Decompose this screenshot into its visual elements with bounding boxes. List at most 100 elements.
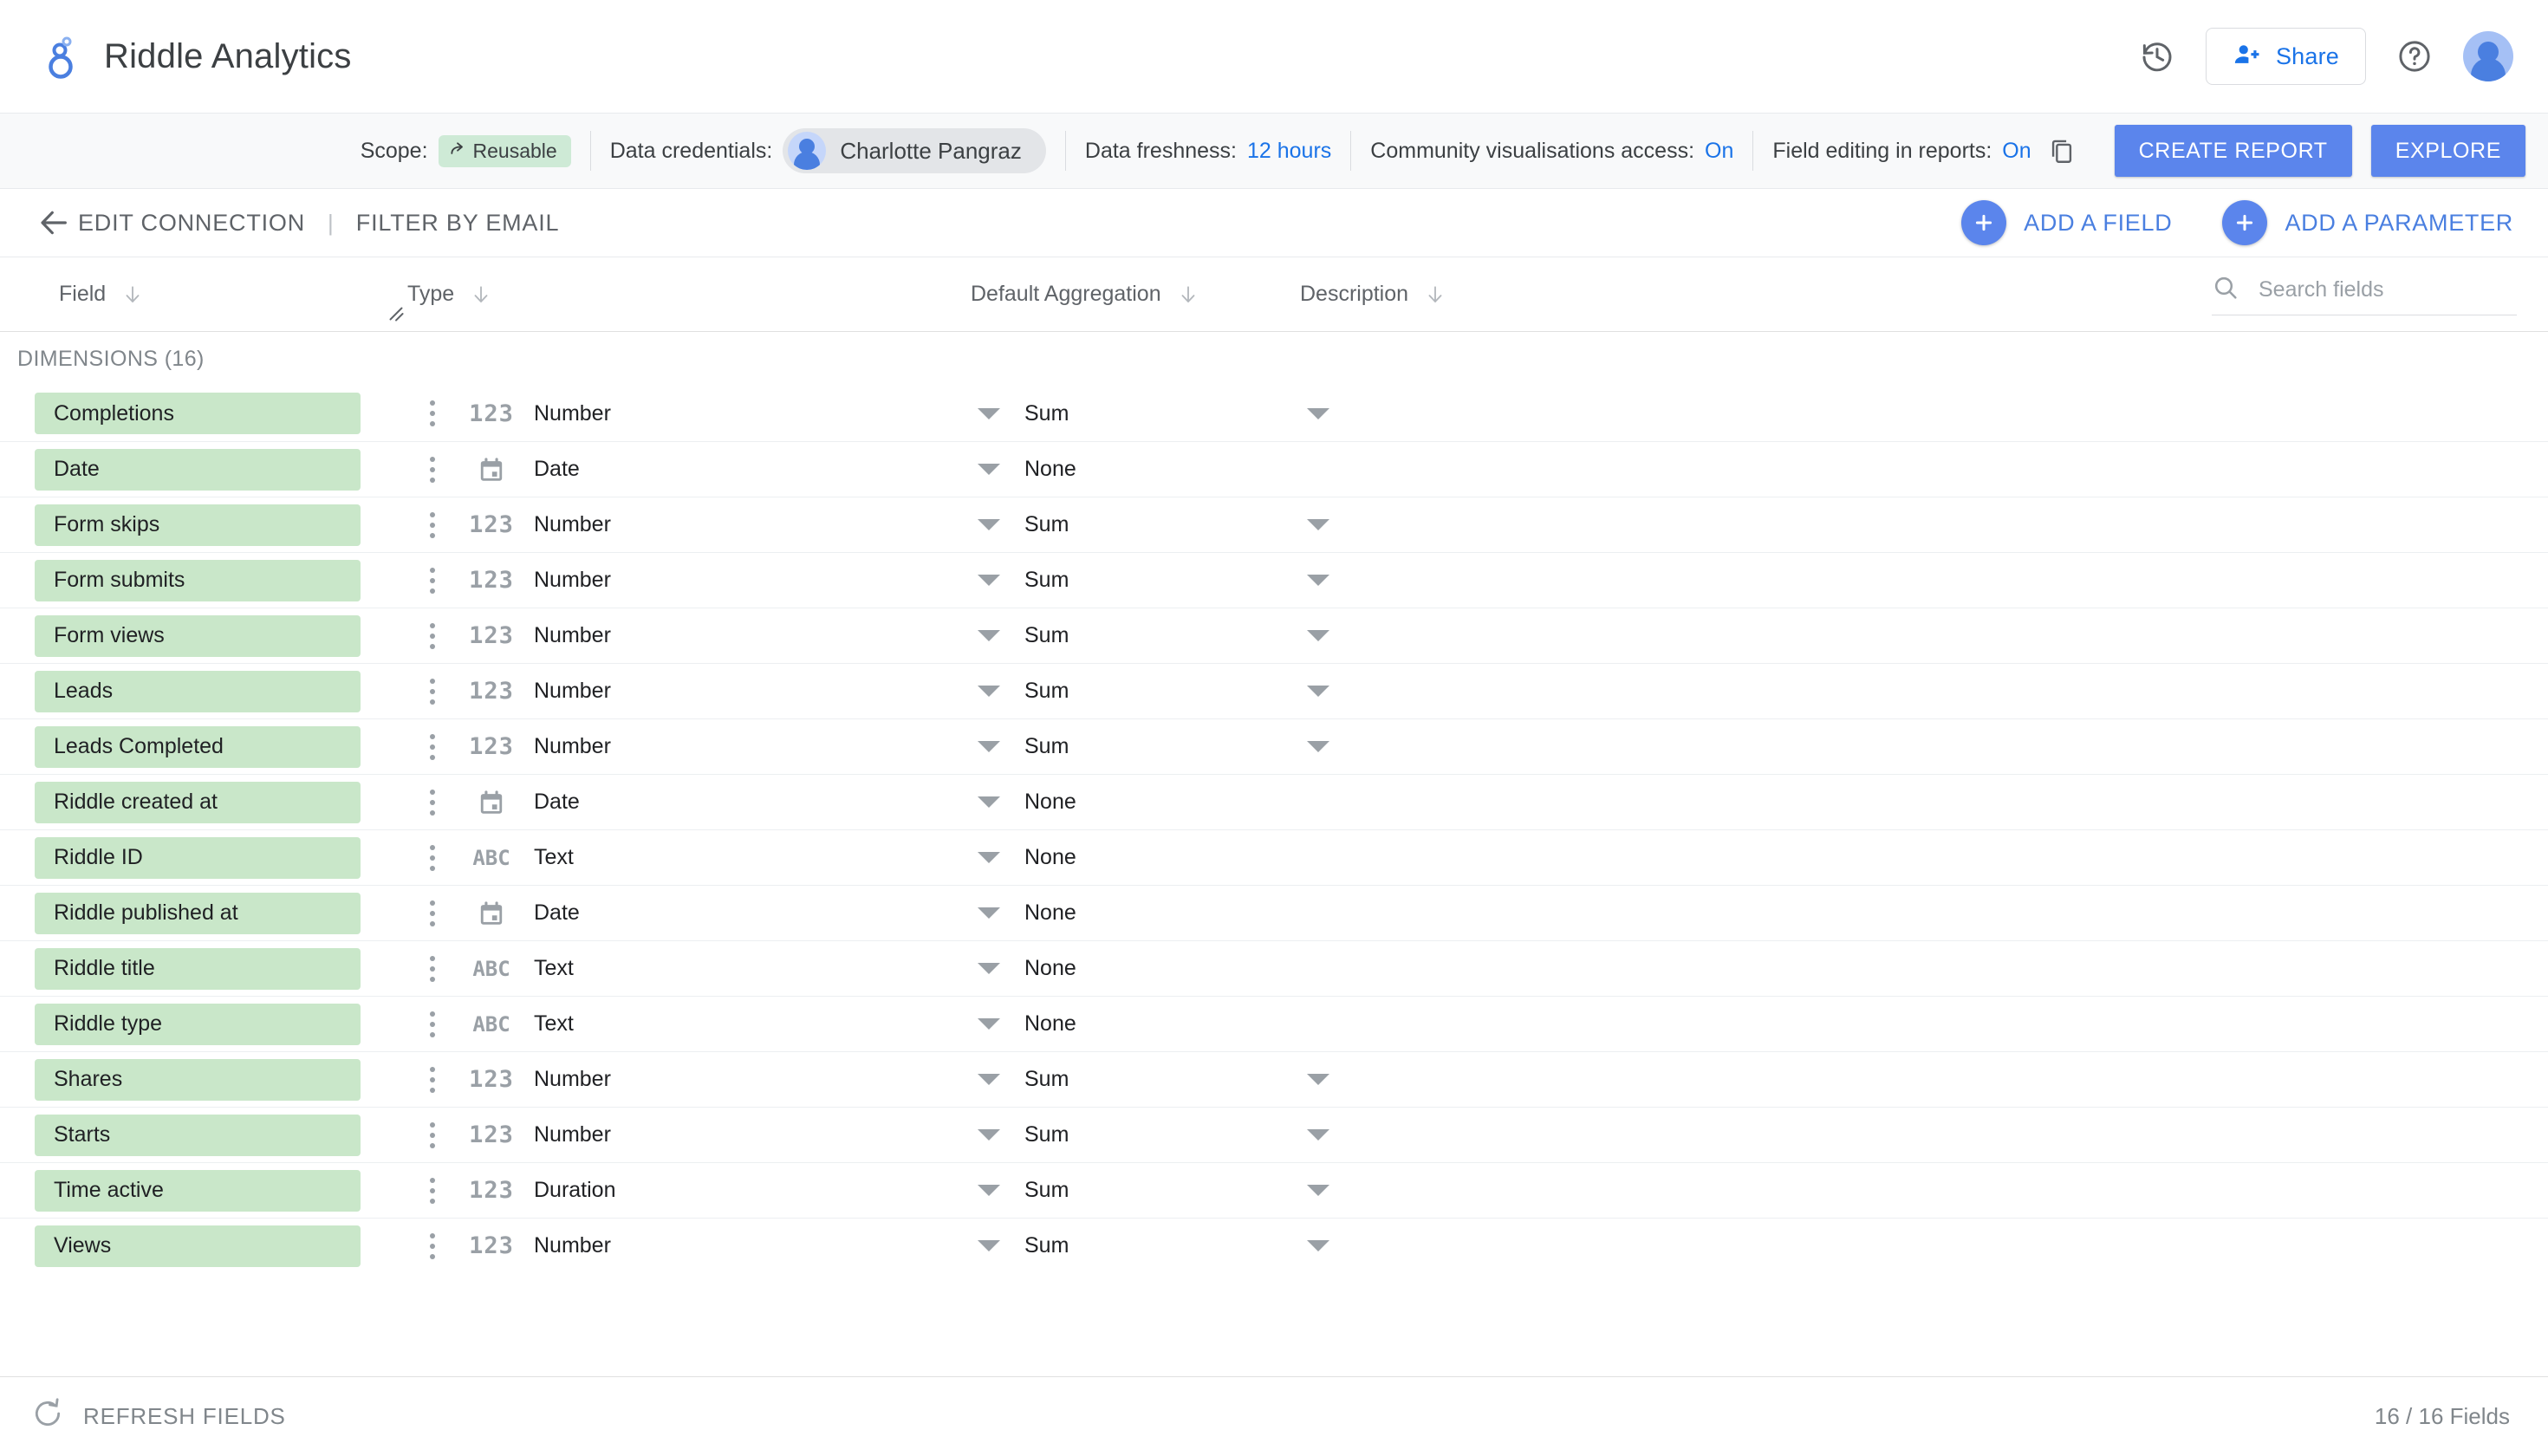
credentials-chip[interactable]: Charlotte Pangraz xyxy=(783,128,1046,173)
dropdown-caret-icon[interactable] xyxy=(978,852,1000,863)
field-name-chip[interactable]: Riddle ID xyxy=(35,836,361,879)
row-more-menu-button[interactable] xyxy=(407,900,458,926)
dropdown-caret-icon[interactable] xyxy=(978,1185,1000,1196)
field-aggregation-cell[interactable]: None xyxy=(1021,900,1350,926)
dropdown-caret-icon[interactable] xyxy=(978,796,1000,808)
dropdown-caret-icon[interactable] xyxy=(978,1240,1000,1251)
field-aggregation-cell[interactable]: Sum xyxy=(1021,512,1350,537)
filter-by-email-link[interactable]: FILTER BY EMAIL xyxy=(356,210,560,237)
row-more-menu-button[interactable] xyxy=(407,789,458,816)
edit-connection-link[interactable]: EDIT CONNECTION xyxy=(78,210,305,237)
dropdown-caret-icon[interactable] xyxy=(1307,1129,1329,1141)
table-row[interactable]: Leads Completed 123 Number Sum xyxy=(0,718,2548,774)
column-resize-handle-icon[interactable] xyxy=(385,302,407,325)
field-name-chip[interactable]: Riddle title xyxy=(35,947,361,990)
search-input[interactable] xyxy=(2259,276,2517,302)
field-name-chip[interactable]: Time active xyxy=(35,1169,361,1212)
field-aggregation-cell[interactable]: Sum xyxy=(1021,401,1350,426)
row-more-menu-button[interactable] xyxy=(407,456,458,483)
row-more-menu-button[interactable] xyxy=(407,678,458,705)
community-viz-value[interactable]: On xyxy=(1705,139,1733,164)
field-aggregation-cell[interactable]: Sum xyxy=(1021,679,1350,704)
table-row[interactable]: Riddle created at Date None xyxy=(0,774,2548,829)
refresh-fields-button[interactable]: REFRESH FIELDS xyxy=(31,1397,286,1436)
dropdown-caret-icon[interactable] xyxy=(1307,686,1329,697)
column-header-default-aggregation[interactable]: Default Aggregation xyxy=(971,282,1300,307)
row-more-menu-button[interactable] xyxy=(407,955,458,982)
dropdown-caret-icon[interactable] xyxy=(1307,1185,1329,1196)
field-name-chip[interactable]: Views xyxy=(35,1225,361,1267)
field-name-chip[interactable]: Leads xyxy=(35,670,361,712)
table-row[interactable]: Starts 123 Number Sum xyxy=(0,1107,2548,1162)
dropdown-caret-icon[interactable] xyxy=(978,741,1000,752)
dropdown-caret-icon[interactable] xyxy=(1307,630,1329,641)
field-type-cell[interactable]: 123 Number xyxy=(458,1121,1021,1148)
dropdown-caret-icon[interactable] xyxy=(978,464,1000,475)
field-type-cell[interactable]: ABC Text xyxy=(458,845,1021,870)
dropdown-caret-icon[interactable] xyxy=(1307,519,1329,530)
table-row[interactable]: Leads 123 Number Sum xyxy=(0,663,2548,718)
dropdown-caret-icon[interactable] xyxy=(978,1129,1000,1141)
field-type-cell[interactable]: ABC Text xyxy=(458,956,1021,981)
field-type-cell[interactable]: 123 Number xyxy=(458,622,1021,649)
table-row[interactable]: Form views 123 Number Sum xyxy=(0,608,2548,663)
dropdown-caret-icon[interactable] xyxy=(1307,575,1329,586)
field-aggregation-cell[interactable]: None xyxy=(1021,1011,1350,1037)
field-name-chip[interactable]: Starts xyxy=(35,1114,361,1156)
dropdown-caret-icon[interactable] xyxy=(978,686,1000,697)
table-row[interactable]: Riddle title ABC Text None xyxy=(0,940,2548,996)
add-parameter-button[interactable]: ADD A PARAMETER xyxy=(2222,200,2513,245)
dropdown-caret-icon[interactable] xyxy=(1307,1074,1329,1085)
field-type-cell[interactable]: 123 Duration xyxy=(458,1177,1021,1204)
field-aggregation-cell[interactable]: Sum xyxy=(1021,1233,1350,1258)
explore-button[interactable]: EXPLORE xyxy=(2370,125,2525,177)
field-type-cell[interactable]: 123 Number xyxy=(458,511,1021,538)
field-type-cell[interactable]: Date xyxy=(458,899,1021,928)
field-type-cell[interactable]: 123 Number xyxy=(458,733,1021,760)
field-editing-value[interactable]: On xyxy=(2002,139,2031,164)
column-header-type[interactable]: Type xyxy=(407,282,971,307)
sort-down-arrow-icon[interactable] xyxy=(121,283,144,306)
field-type-cell[interactable]: 123 Number xyxy=(458,1066,1021,1093)
row-more-menu-button[interactable] xyxy=(407,622,458,649)
table-row[interactable]: Time active 123 Duration Sum xyxy=(0,1162,2548,1218)
field-type-cell[interactable]: 123 Number xyxy=(458,400,1021,427)
row-more-menu-button[interactable] xyxy=(407,511,458,538)
column-header-description[interactable]: Description xyxy=(1300,282,1560,307)
row-more-menu-button[interactable] xyxy=(407,567,458,594)
dropdown-caret-icon[interactable] xyxy=(978,963,1000,974)
dropdown-caret-icon[interactable] xyxy=(978,407,1000,419)
field-aggregation-cell[interactable]: Sum xyxy=(1021,1122,1350,1147)
field-name-chip[interactable]: Form skips xyxy=(35,504,361,546)
table-row[interactable]: Form skips 123 Number Sum xyxy=(0,497,2548,552)
row-more-menu-button[interactable] xyxy=(407,1232,458,1259)
field-name-chip[interactable]: Completions xyxy=(35,393,361,434)
row-more-menu-button[interactable] xyxy=(407,844,458,871)
field-name-chip[interactable]: Riddle type xyxy=(35,1003,361,1045)
field-aggregation-cell[interactable]: None xyxy=(1021,457,1350,482)
field-type-cell[interactable]: ABC Text xyxy=(458,1011,1021,1037)
dropdown-caret-icon[interactable] xyxy=(1307,407,1329,419)
table-row[interactable]: Date Date None xyxy=(0,441,2548,497)
field-type-cell[interactable]: Date xyxy=(458,455,1021,484)
dropdown-caret-icon[interactable] xyxy=(978,575,1000,586)
field-aggregation-cell[interactable]: Sum xyxy=(1021,623,1350,648)
field-aggregation-cell[interactable]: Sum xyxy=(1021,734,1350,759)
sort-down-arrow-icon[interactable] xyxy=(1424,283,1446,306)
field-aggregation-cell[interactable]: None xyxy=(1021,956,1350,981)
arrow-left-icon[interactable] xyxy=(29,198,78,247)
row-more-menu-button[interactable] xyxy=(407,733,458,760)
dropdown-caret-icon[interactable] xyxy=(978,519,1000,530)
row-more-menu-button[interactable] xyxy=(407,1121,458,1148)
help-circle-icon[interactable] xyxy=(2390,32,2439,81)
dropdown-caret-icon[interactable] xyxy=(978,1074,1000,1085)
field-type-cell[interactable]: 123 Number xyxy=(458,567,1021,594)
field-aggregation-cell[interactable]: Sum xyxy=(1021,1067,1350,1092)
field-name-chip[interactable]: Leads Completed xyxy=(35,725,361,768)
share-button[interactable]: Share xyxy=(2205,28,2366,85)
table-row[interactable]: Form submits 123 Number Sum xyxy=(0,552,2548,608)
history-icon[interactable] xyxy=(2133,32,2181,81)
field-type-cell[interactable]: 123 Number xyxy=(458,678,1021,705)
add-field-button[interactable]: ADD A FIELD xyxy=(1961,200,2172,245)
column-header-field[interactable]: Field xyxy=(0,282,407,307)
